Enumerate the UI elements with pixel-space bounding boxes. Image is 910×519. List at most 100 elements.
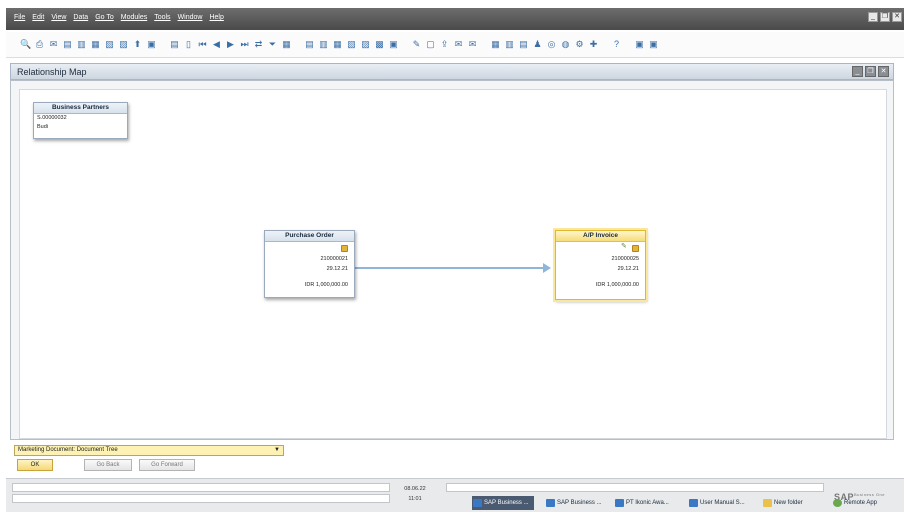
status-message-field <box>12 483 390 492</box>
relationship-map-title-bar: Relationship Map _ ❐ ✕ <box>10 63 894 80</box>
fax-icon[interactable]: ▤ <box>62 39 73 50</box>
lock-icon <box>632 245 639 252</box>
calculator-icon[interactable]: ▤ <box>518 39 529 50</box>
node-title: A/P Invoice <box>556 231 645 242</box>
bp-code: S.00000032 <box>37 115 67 121</box>
status-info-field <box>12 494 390 503</box>
date-time-display: 08.06.22 11:01 <box>392 484 438 506</box>
users-icon[interactable]: ♟ <box>532 39 543 50</box>
find-icon[interactable]: ▤ <box>169 39 180 50</box>
go-back-button[interactable]: Go Back <box>84 459 132 471</box>
document-link-arrow <box>355 263 551 273</box>
po-amount: IDR 1,000,000.00 <box>304 282 348 288</box>
relationship-map-canvas: Business Partners S.00000032 Budi Purcha… <box>10 80 894 440</box>
up-arrow-icon[interactable]: ⬆ <box>132 39 143 50</box>
minimize-icon[interactable]: _ <box>852 66 863 77</box>
window-title: Relationship Map <box>17 67 87 77</box>
bp-name: Budi <box>37 124 49 130</box>
calendar-icon[interactable]: ▦ <box>490 39 501 50</box>
add-icon[interactable]: ▯ <box>183 39 194 50</box>
maximize-icon[interactable]: ❐ <box>865 66 876 77</box>
payment-icon[interactable]: ▩ <box>374 39 385 50</box>
menu-goto[interactable]: Go To <box>95 14 114 21</box>
form-settings-icon[interactable]: ✎ <box>411 39 422 50</box>
support-icon[interactable]: ✚ <box>588 39 599 50</box>
chevron-down-icon[interactable]: ▼ <box>274 446 280 455</box>
menu-edit[interactable]: Edit <box>32 14 44 21</box>
relationship-map-icon[interactable]: ▦ <box>332 39 343 50</box>
settings-icon[interactable]: ⚙ <box>574 39 585 50</box>
menu-window[interactable]: Window <box>178 14 203 21</box>
lock-screen-icon[interactable]: ▣ <box>146 39 157 50</box>
child-window-controls: _ ❐ ✕ <box>852 66 889 77</box>
filter-icon[interactable]: ⏷ <box>267 39 278 50</box>
menu-tools[interactable]: Tools <box>154 14 170 21</box>
last-record-icon[interactable]: ⏭ <box>239 39 250 50</box>
taskbar-item-user-manual[interactable]: User Manual S... <box>688 496 758 510</box>
window-cascade-icon[interactable]: ▣ <box>648 39 659 50</box>
invoice-number: 210000025 <box>611 256 639 262</box>
taskbar-item-remote-app[interactable]: Remote App <box>832 496 894 510</box>
taskbar-item-sap-business-1[interactable]: SAP Business ... <box>472 496 534 510</box>
taskbar-item-new-folder[interactable]: New folder <box>762 496 820 510</box>
next-record-icon[interactable]: ▶ <box>225 39 236 50</box>
main-toolbar: 🔍 ⎙ ✉ ▤ ▥ ▦ ▧ ▨ ⬆ ▣ ▤ ▯ ⏮ ◀ ▶ ⏭ ⇄ ⏷ ▦ ▤ … <box>6 32 904 58</box>
cockpit-icon[interactable]: ◎ <box>546 39 557 50</box>
invoice-date: 29.12.21 <box>617 266 639 272</box>
journal-icon[interactable]: ▧ <box>346 39 357 50</box>
drag-relate-icon[interactable]: ▥ <box>504 39 515 50</box>
taskbar-item-sap-business-2[interactable]: SAP Business ... <box>545 496 609 510</box>
status-time: 11:01 <box>408 496 422 502</box>
ap-invoice-node[interactable]: A/P Invoice ✎ 210000025 29.12.21 IDR 1,0… <box>555 230 646 300</box>
close-icon[interactable]: ✕ <box>878 66 889 77</box>
widgets-icon[interactable]: ◍ <box>560 39 571 50</box>
folder-icon <box>763 499 772 507</box>
po-date: 29.12.21 <box>326 266 348 272</box>
layout-designer-icon[interactable]: ▢ <box>425 39 436 50</box>
menu-help[interactable]: Help <box>209 14 223 21</box>
first-record-icon[interactable]: ⏮ <box>197 39 208 50</box>
document-tree-value: Marketing Document: Document Tree <box>18 447 118 453</box>
purchase-order-node[interactable]: Purchase Order 210000021 29.12.21 IDR 1,… <box>264 230 355 298</box>
preview-icon[interactable]: 🔍 <box>20 39 31 50</box>
menu-file[interactable]: File <box>14 14 25 21</box>
menu-modules[interactable]: Modules <box>121 14 147 21</box>
map-area: Business Partners S.00000032 Budi Purcha… <box>19 89 887 439</box>
sap-business-one-window: File Edit View Data Go To Modules Tools … <box>0 0 910 519</box>
close-icon[interactable]: ✕ <box>892 12 902 22</box>
print-icon[interactable]: ⎙ <box>34 39 45 50</box>
remote-app-icon <box>833 499 842 507</box>
export-xls-icon[interactable]: ▧ <box>104 39 115 50</box>
export-doc-icon[interactable]: ▦ <box>90 39 101 50</box>
sap-app-icon <box>473 499 482 507</box>
edit-icon: ✎ <box>621 243 627 250</box>
restore-icon[interactable]: ❐ <box>880 12 890 22</box>
gross-profit-icon[interactable]: ▨ <box>360 39 371 50</box>
window-tile-icon[interactable]: ▣ <box>634 39 645 50</box>
minimize-icon[interactable]: _ <box>868 12 878 22</box>
help-icon[interactable]: ? <box>611 39 622 50</box>
alerts-icon[interactable]: ✉ <box>467 39 478 50</box>
ok-button[interactable]: OK <box>17 459 53 471</box>
menu-bar: File Edit View Data Go To Modules Tools … <box>14 14 224 21</box>
vat-icon[interactable]: ▣ <box>388 39 399 50</box>
sort-icon[interactable]: ▦ <box>281 39 292 50</box>
business-partner-node[interactable]: Business Partners S.00000032 Budi <box>33 102 128 139</box>
import-icon[interactable]: ⇪ <box>439 39 450 50</box>
sap-app-icon <box>546 499 555 507</box>
status-date: 08.06.22 <box>404 486 426 492</box>
messages-icon[interactable]: ✉ <box>453 39 464 50</box>
email-icon[interactable]: ✉ <box>48 39 59 50</box>
word-doc-icon <box>689 499 698 507</box>
target-document-icon[interactable]: ▥ <box>318 39 329 50</box>
menu-data[interactable]: Data <box>73 14 88 21</box>
taskbar-item-pt-ikonic[interactable]: PT Ikonic Awa... <box>614 496 684 510</box>
export-pdf-icon[interactable]: ▥ <box>76 39 87 50</box>
previous-record-icon[interactable]: ◀ <box>211 39 222 50</box>
menu-view[interactable]: View <box>51 14 66 21</box>
refresh-icon[interactable]: ⇄ <box>253 39 264 50</box>
base-document-icon[interactable]: ▤ <box>304 39 315 50</box>
go-forward-button[interactable]: Go Forward <box>139 459 195 471</box>
document-tree-select[interactable]: Marketing Document: Document Tree ▼ <box>14 445 284 456</box>
launch-app-icon[interactable]: ▨ <box>118 39 129 50</box>
